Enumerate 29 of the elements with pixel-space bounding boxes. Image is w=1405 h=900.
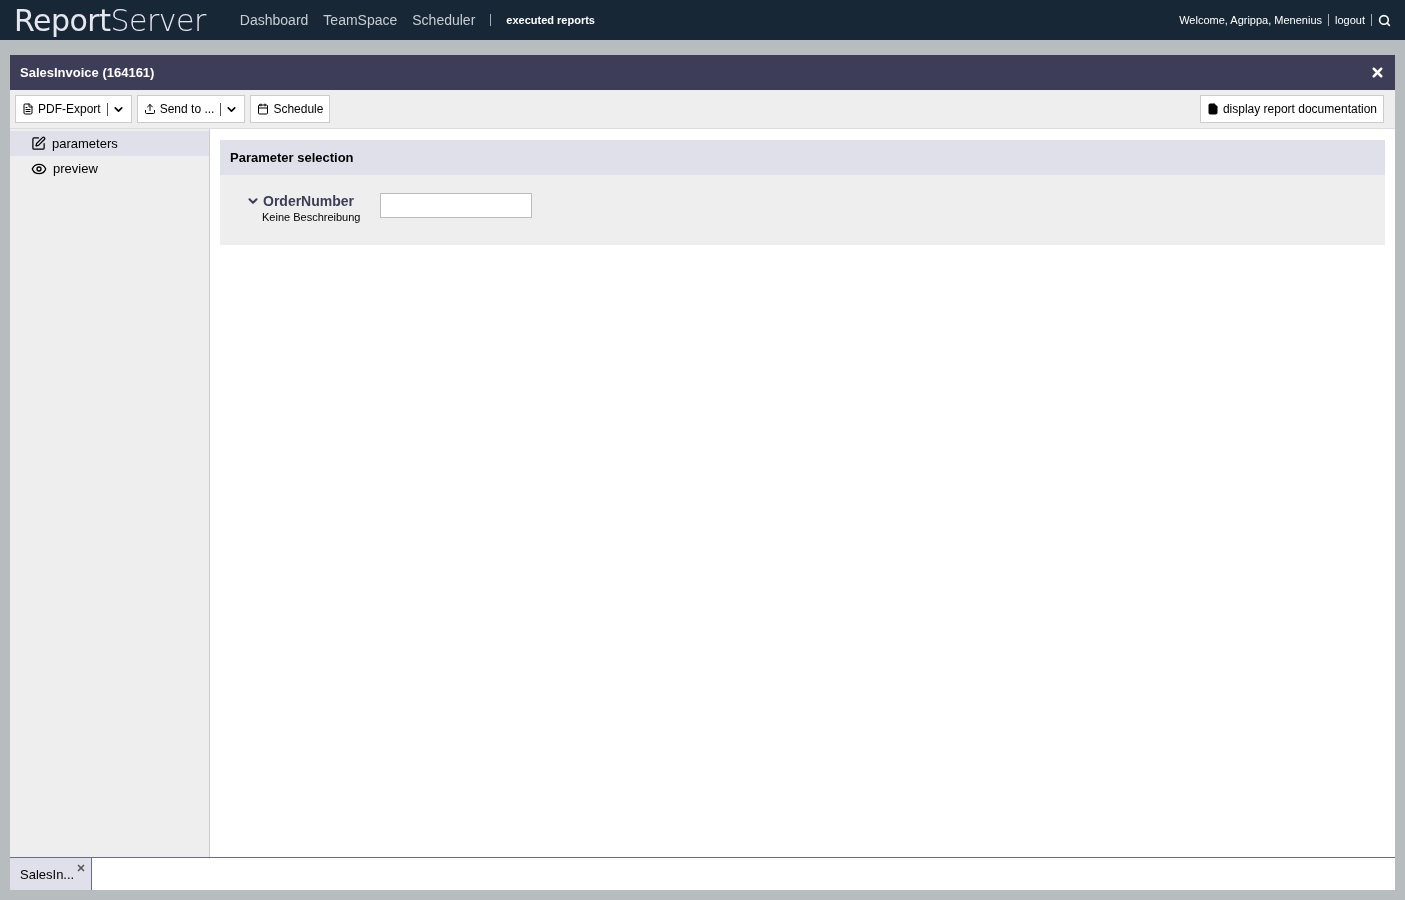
parameter-name: OrderNumber [263, 193, 355, 209]
upload-icon [143, 103, 156, 115]
window-title: SalesInvoice (164161) [20, 65, 155, 80]
panel-header: Parameter selection [220, 140, 1385, 175]
sidebar-label: preview [53, 161, 98, 176]
app-logo: ReportServer [14, 2, 206, 38]
nav-link[interactable]: TeamSpace [323, 12, 398, 28]
close-icon[interactable] [76, 863, 87, 873]
nav-link[interactable]: executed reports [490, 14, 595, 26]
toolbar-button[interactable]: PDF-Export [15, 95, 132, 123]
sidebar-item[interactable]: preview [10, 156, 209, 181]
welcome-text: Welcome, Agrippa, Menenius [1179, 14, 1322, 26]
document-icon [1206, 103, 1219, 115]
sidebar-item[interactable]: parameters [10, 131, 209, 156]
parameter-description: Keine Beschreibung [261, 211, 361, 223]
sidebar-label: parameters [52, 136, 118, 151]
toolbar-button[interactable]: Send to ... [136, 95, 246, 123]
edit-icon [31, 136, 46, 151]
documentation-button[interactable]: display report documentation [1199, 95, 1384, 123]
bottom-tab[interactable]: SalesIn... [10, 858, 93, 890]
logout-link[interactable]: logout [1335, 14, 1365, 26]
nav-link[interactable]: Dashboard [239, 12, 309, 28]
calendar-icon [257, 103, 270, 115]
search-icon[interactable] [1378, 13, 1391, 27]
input-field[interactable] [380, 193, 533, 218]
close-button[interactable] [1370, 65, 1385, 80]
pdf-file-icon [22, 103, 34, 115]
nav-link[interactable]: Scheduler [412, 12, 476, 28]
toolbar-button[interactable]: Schedule [250, 95, 331, 123]
